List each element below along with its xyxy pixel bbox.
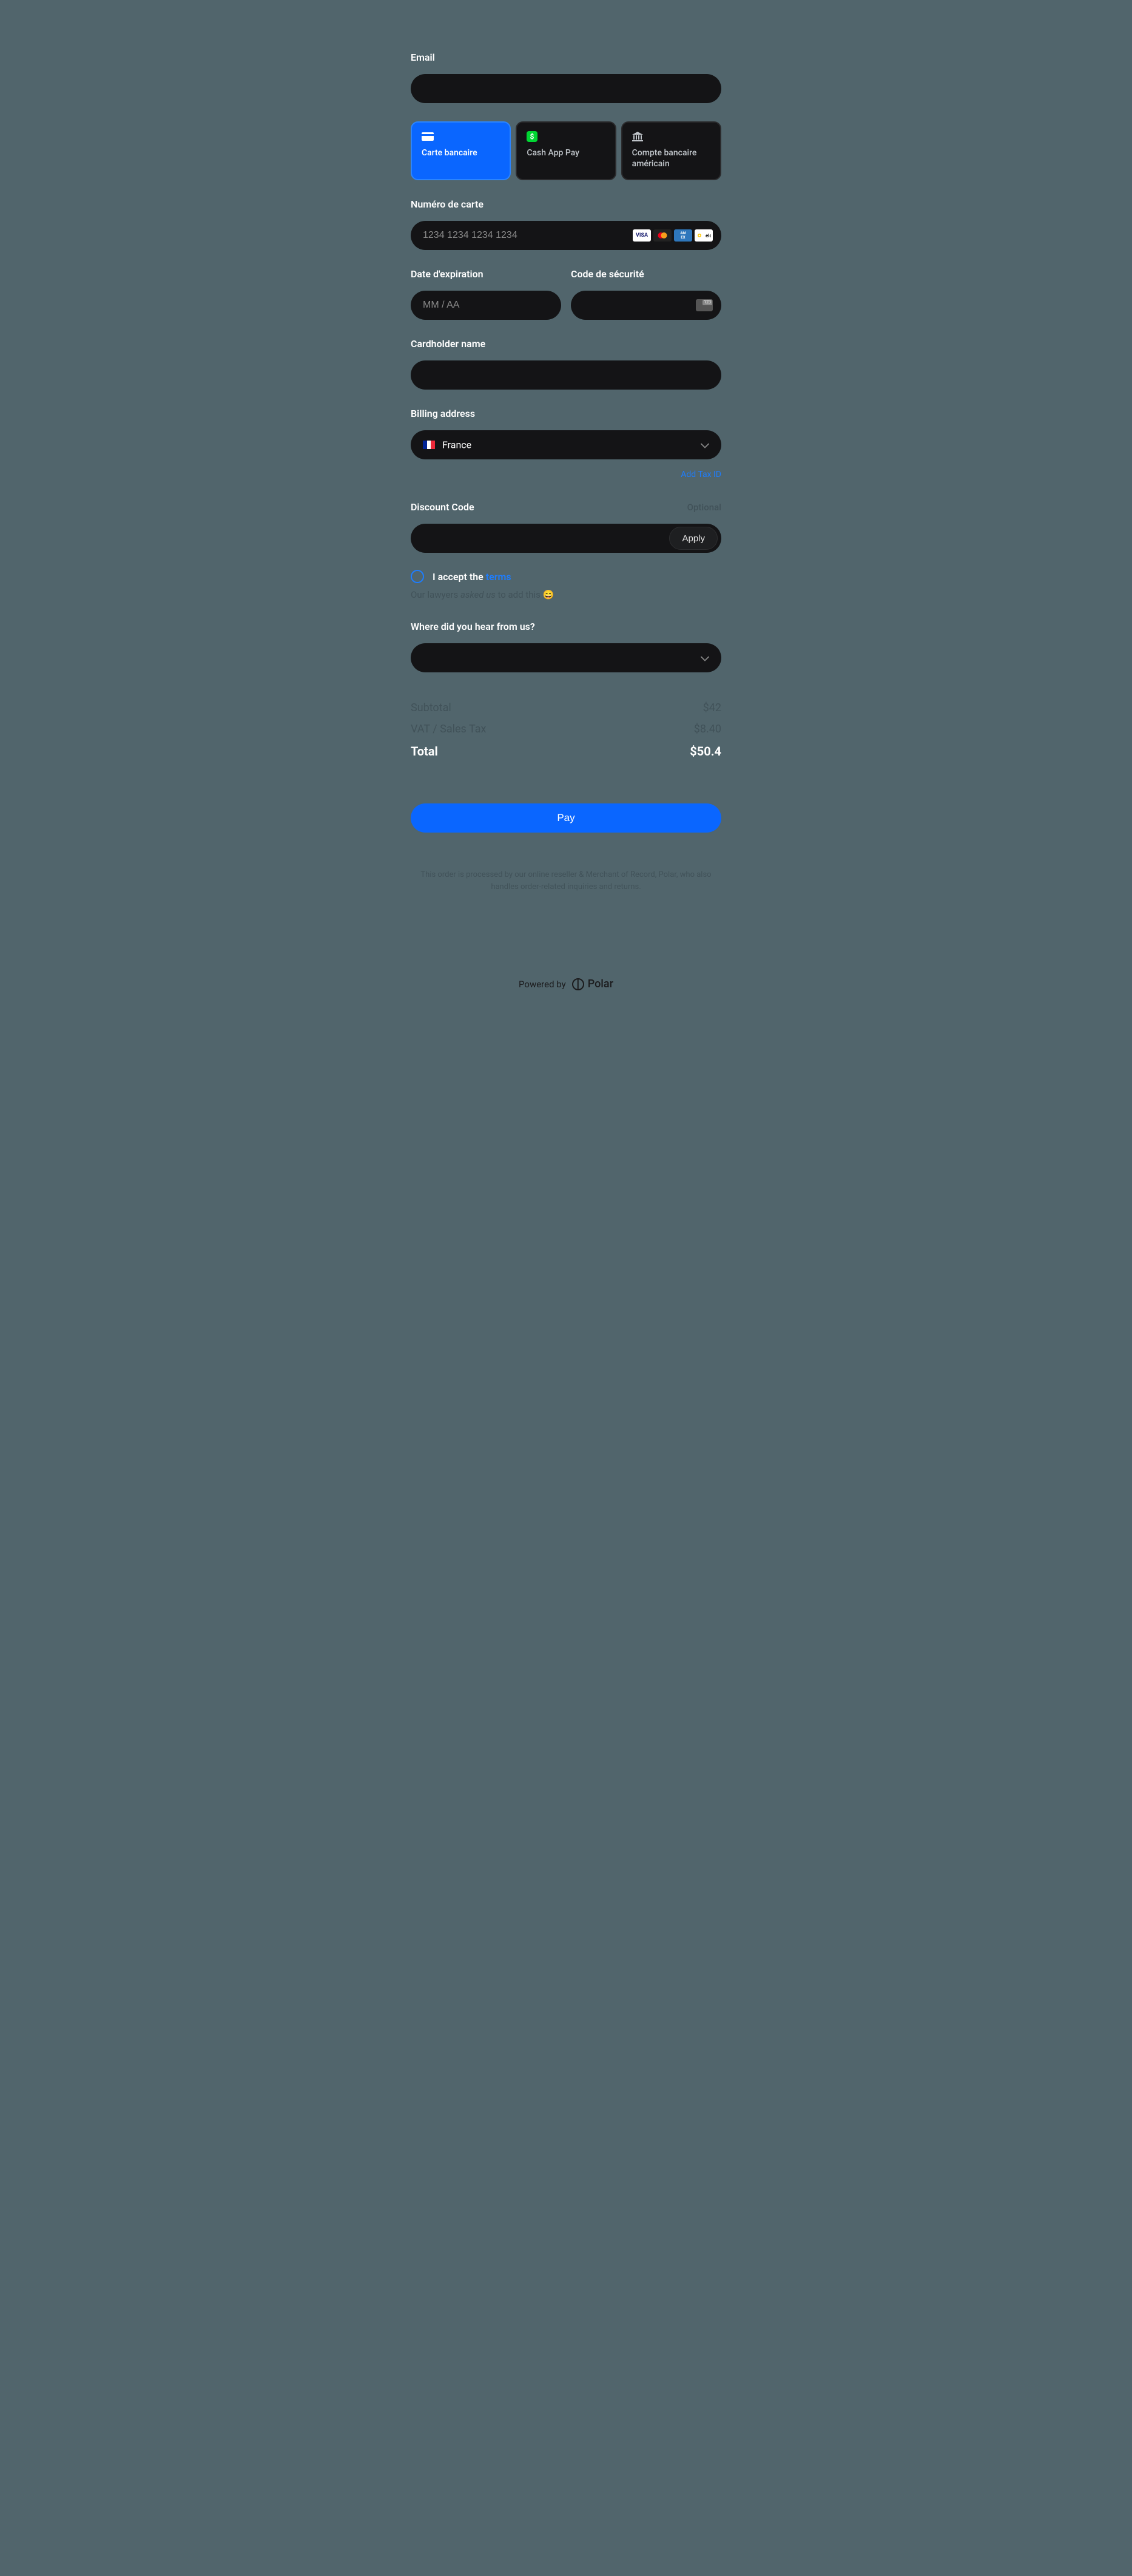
card-icon (422, 131, 500, 142)
mastercard-icon (653, 229, 672, 242)
email-input[interactable] (411, 74, 721, 103)
terms-checkbox[interactable] (411, 570, 424, 583)
merchant-note: This order is processed by our online re… (411, 869, 721, 893)
pay-button[interactable]: Pay (411, 803, 721, 833)
total-label: Total (411, 744, 438, 759)
vat-label: VAT / Sales Tax (411, 723, 486, 735)
add-tax-id-link[interactable]: Add Tax ID (681, 470, 721, 479)
billing-label: Billing address (411, 408, 721, 419)
payment-tab-card[interactable]: Carte bancaire (411, 121, 511, 180)
discount-label: Discount Code (411, 501, 474, 513)
payment-method-tabs: Carte bancaire $ Cash App Pay Compte ban… (411, 121, 721, 180)
card-number-label: Numéro de carte (411, 198, 721, 210)
terms-text: I accept the terms (433, 571, 511, 583)
flag-france-icon (423, 441, 435, 449)
security-code-label: Code de sécurité (571, 268, 721, 280)
powered-by: Powered by Polar (411, 978, 721, 990)
email-label: Email (411, 52, 721, 63)
polar-brand-name: Polar (588, 978, 613, 990)
expiration-input[interactable] (411, 291, 561, 320)
payment-tab-usbank-label: Compte bancaire américain (632, 148, 710, 169)
total-value: $50.4 (690, 744, 721, 759)
cardholder-label: Cardholder name (411, 338, 721, 350)
cvc-icon: 123 (696, 299, 713, 311)
polar-mark-icon (572, 978, 584, 990)
payment-tab-card-label: Carte bancaire (422, 148, 500, 159)
terms-subtitle: Our lawyers asked us to add this 😄 (411, 589, 721, 600)
card-brand-icons: VISA AMEX elo (633, 229, 713, 242)
payment-tab-cashapp[interactable]: $ Cash App Pay (516, 121, 616, 180)
powered-by-label: Powered by (519, 979, 566, 990)
terms-link[interactable]: terms (486, 571, 511, 583)
optional-label: Optional (687, 502, 721, 513)
apply-button[interactable]: Apply (669, 527, 718, 550)
elo-icon: elo (695, 229, 713, 242)
hear-from-label: Where did you hear from us? (411, 621, 721, 632)
cashapp-icon: $ (527, 131, 605, 142)
svg-text:elo: elo (706, 233, 711, 238)
subtotal-label: Subtotal (411, 701, 451, 714)
payment-tab-usbank[interactable]: Compte bancaire américain (621, 121, 721, 180)
country-select[interactable] (411, 430, 721, 459)
visa-icon: VISA (633, 229, 651, 242)
svg-text:$: $ (530, 132, 534, 141)
polar-logo: Polar (572, 978, 613, 990)
subtotal-value: $42 (703, 701, 721, 714)
amex-icon: AMEX (674, 229, 692, 242)
expiration-label: Date d'expiration (411, 268, 561, 280)
order-summary: Subtotal $42 VAT / Sales Tax $8.40 Total… (411, 701, 721, 759)
checkout-form: Email Carte bancaire $ Cash App Pay Comp… (411, 52, 721, 990)
payment-tab-cashapp-label: Cash App Pay (527, 148, 605, 159)
bank-icon (632, 131, 710, 142)
cardholder-input[interactable] (411, 360, 721, 390)
vat-value: $8.40 (694, 723, 721, 735)
hear-from-select[interactable] (411, 643, 721, 672)
